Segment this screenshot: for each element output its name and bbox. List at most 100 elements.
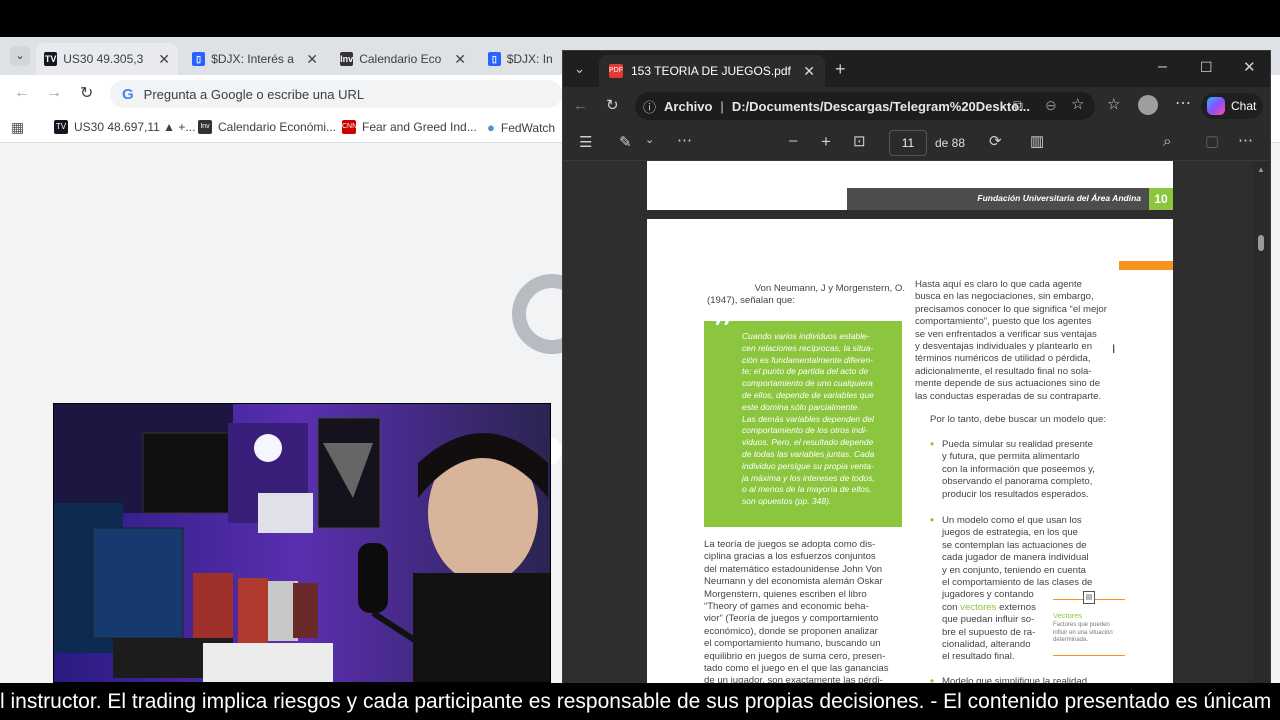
bookmark-fear-greed[interactable]: CNN Fear and Greed Ind... <box>342 120 477 134</box>
paragraph-line: equilibrio en juegos de suma cero, prese… <box>704 650 886 662</box>
quote-line: comportamiento de los otros indi- <box>742 425 868 436</box>
omnibox[interactable]: G Pregunta a Google o escribe una URL <box>110 80 562 108</box>
reload-icon[interactable]: ↻ <box>80 83 93 103</box>
contents-list-icon[interactable]: ☰ <box>579 135 592 150</box>
apps-grid-icon[interactable]: ▦ <box>11 119 24 136</box>
address-scheme-label: Archivo <box>664 98 713 114</box>
back-icon[interactable]: ← <box>573 98 588 113</box>
quote-box: ❞ Cuando varios individuos estable-cen r… <box>704 308 902 527</box>
zoom-in-icon[interactable]: + <box>821 133 831 150</box>
caption-ticker: l instructor. El trading implica riesgos… <box>0 683 1280 720</box>
chrome-tab-djx[interactable]: ▯ $DJX: Interés ab ✕ <box>184 43 326 75</box>
more-tools-icon[interactable]: ⋯ <box>677 133 692 148</box>
address-path: D:/Documents/Descargas/Telegram%20Deskto… <box>731 98 1030 114</box>
page-view-icon[interactable]: ▥ <box>1030 134 1044 149</box>
quote-line: o al menos de la mayoría de ellos, <box>742 484 872 495</box>
tab-label: US30 49.305,3 ▼ <box>63 52 146 66</box>
fit-page-icon[interactable]: ⊡ <box>853 134 866 149</box>
tab-search-icon[interactable]: ⌄ <box>10 46 30 66</box>
close-window-icon[interactable]: ✕ <box>1243 60 1256 75</box>
tab-title: 153 TEORIA DE JUEGOS.pdf <box>631 64 791 78</box>
bullet-line: Un modelo como el que usan los <box>942 515 1082 526</box>
bookmark-label: FedWatch <box>500 120 556 135</box>
read-aloud-icon[interactable]: ⧉ <box>1013 98 1023 112</box>
new-tab-icon[interactable]: + <box>835 60 846 78</box>
side-note: ▤ Vectores Factores que pueden influir en… <box>1053 591 1125 657</box>
back-icon[interactable]: ← <box>14 84 30 102</box>
paragraph-line: mente depende de sus actuaciones sino de <box>915 378 1101 390</box>
paragraph-line: económico), donde se proponen analizar <box>704 625 878 637</box>
forward-icon[interactable]: → <box>46 84 62 102</box>
zoom-out-icon[interactable]: – <box>789 133 797 148</box>
pdf-viewport[interactable]: Fundación Universitaria del Área Andina … <box>563 161 1270 684</box>
chrome-tab-us30[interactable]: TV US30 49.305,3 ▼ ✕ <box>36 43 178 75</box>
page-total: de 88 <box>935 136 966 150</box>
tab-actions-chevron-icon[interactable]: ⌄ <box>574 62 585 75</box>
minimize-icon[interactable]: – <box>1158 59 1167 75</box>
pdf-more-icon[interactable]: ⋯ <box>1238 133 1253 148</box>
paragraph-line: el comportamiento humano, buscando un <box>704 638 881 650</box>
paragraph-line: Hasta aquí es claro lo que cada agente <box>915 279 1082 290</box>
globe-icon: ● <box>487 120 495 135</box>
rotate-icon[interactable]: ⟳ <box>989 134 1002 149</box>
maximize-icon[interactable]: ☐ <box>1200 60 1213 74</box>
google-icon: G <box>122 85 134 103</box>
note-icon: ▤ <box>1083 591 1095 604</box>
tab-label: $DJX: Inte <box>506 52 552 66</box>
zoom-icon[interactable]: ⊖ <box>1045 98 1057 112</box>
bookmark-label: US30 48.697,11 ▲ +... <box>74 120 196 134</box>
search-icon[interactable]: ⌕ <box>1163 134 1171 149</box>
page-number-input[interactable]: 11 <box>889 130 927 156</box>
url-field[interactable]: ⓘ Archivo | D:/Documents/Descargas/Teleg… <box>635 92 1095 120</box>
save-icon[interactable]: ▢ <box>1205 134 1219 149</box>
bullet-line: y en conjunto, teniendo en cuenta <box>942 564 1087 576</box>
copilot-chat-button[interactable]: Chat <box>1201 93 1263 119</box>
pdf-toolbar: ☰ ✎ ⌄ ⋯ – + ⊡ 11 de 88 ⟳ ▥ ⌕ ▢ ⋯ <box>563 125 1270 161</box>
favorites-icon[interactable]: ☆ <box>1107 97 1120 112</box>
quote-line: ción es fundamentalmente diferen- <box>742 354 873 365</box>
paragraph-line: tado como el juego en el que las gananci… <box>704 663 889 675</box>
side-note-title: Vectores <box>1053 611 1083 620</box>
tab-label: Calendario Econ <box>359 52 443 66</box>
side-note-line: Factores que pueden <box>1053 622 1110 628</box>
draw-icon[interactable]: ✎ <box>619 135 632 150</box>
bullet-icon: • <box>930 513 935 527</box>
bullet-line: Pueda simular su realidad presente <box>942 439 1093 450</box>
draw-dropdown-icon[interactable]: ⌄ <box>645 135 654 146</box>
paragraph-line: ciplina gracias a los esfuerzos conjunto… <box>704 551 876 563</box>
pdf-icon: PDF <box>609 64 623 78</box>
vectores-link[interactable]: vectores <box>960 602 996 613</box>
paragraph-line: precisamos conocer lo que significa “el … <box>915 303 1107 315</box>
close-tab-icon[interactable]: ✕ <box>803 63 815 80</box>
profile-avatar[interactable] <box>1138 95 1158 115</box>
refresh-icon[interactable]: ↻ <box>606 98 619 113</box>
edge-tab-pdf[interactable]: PDF 153 TEORIA DE JUEGOS.pdf ✕ <box>599 55 825 87</box>
bookmark-calendario[interactable]: Inv Calendario Económi... <box>198 120 336 134</box>
edge-tab-bar: ⌄ PDF 153 TEORIA DE JUEGOS.pdf ✕ + – ☐ ✕ <box>563 51 1270 87</box>
close-tab-icon[interactable]: ✕ <box>158 51 170 68</box>
paragraph-line: términos numéricos de utilidad o pérdida… <box>915 353 1091 365</box>
intro-line: (1947), señalan que: <box>707 295 796 307</box>
paragraph-line: vior” (Teoría de juegos y comportamiento <box>704 613 879 625</box>
pdf-scrollbar[interactable]: ▲ <box>1253 161 1270 684</box>
bookmark-us30[interactable]: TV US30 48.697,11 ▲ +... <box>54 120 195 134</box>
favorite-star-icon[interactable]: ☆ <box>1071 97 1084 112</box>
chrome-tab-djx-2[interactable]: ▯ $DJX: Inte <box>480 43 560 75</box>
bookmark-label: Calendario Económi... <box>218 120 337 134</box>
bookmark-fedwatch[interactable]: ● FedWatch <box>487 120 555 135</box>
paragraph-line: Morgenstern, quienes escriben el libro <box>704 588 867 600</box>
scroll-up-icon[interactable]: ▲ <box>1257 165 1265 174</box>
bullet-icon: • <box>930 437 935 451</box>
quote-line: de todas las variables juntas. Cada <box>742 448 875 459</box>
quote-line: son opuestos (pp. 348). <box>742 496 832 507</box>
pdf-page-11: Von Neumann, J y Morgenstern, O. (1947),… <box>647 219 1173 684</box>
scrollbar-thumb[interactable] <box>1258 235 1264 251</box>
chrome-tab-calendario[interactable]: Inv Calendario Econ ✕ <box>332 43 474 75</box>
close-tab-icon[interactable]: ✕ <box>306 51 318 68</box>
paragraph-line: comportamiento”, puesto que los agentes <box>915 316 1092 328</box>
bullet-1: Pueda simular su realidad presente y futu… <box>942 439 1112 501</box>
close-tab-icon[interactable]: ✕ <box>454 51 466 68</box>
intro-line: Von Neumann, J y Morgenstern, O. <box>754 283 905 294</box>
more-options-icon[interactable]: ⋯ <box>1175 96 1191 112</box>
quote-line: cen relaciones recíprocas, la situa- <box>742 342 874 353</box>
